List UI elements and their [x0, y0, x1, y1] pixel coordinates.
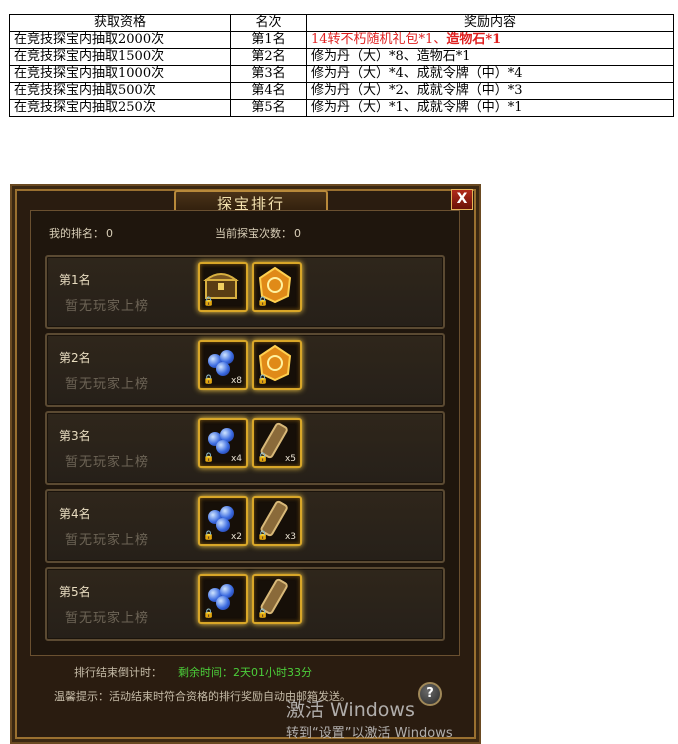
rank-label: 第3名	[59, 429, 91, 443]
header-condition: 获取资格	[9, 14, 231, 32]
my-rank: 我的排名： 0	[49, 225, 113, 241]
table-row: 在竞技探宝内抽取1000次 第3名 修为丹（大）*4、成就令牌（中）*4	[9, 65, 674, 83]
rank-row-1: 第1名 暂无玩家上榜 🔒 🔒	[45, 255, 445, 329]
cell-rank: 第5名	[230, 99, 307, 117]
lock-icon: 🔒	[203, 453, 215, 463]
cell-condition: 在竞技探宝内抽取250次	[9, 99, 231, 117]
my-rank-value: 0	[106, 227, 113, 240]
draw-count-value: 0	[294, 227, 301, 240]
empty-rank-text: 暂无玩家上榜	[65, 299, 150, 314]
item-count: x4	[230, 454, 242, 464]
rank-row-4: 第4名 暂无玩家上榜 🔒 x2 🔒 x3	[45, 489, 445, 563]
cell-rank: 第1名	[230, 31, 307, 49]
reward-text: 14转不朽随机礼包*1、	[311, 32, 447, 48]
item-count: x5	[284, 454, 296, 464]
reward-slot[interactable]: 🔒 x2	[198, 496, 248, 546]
rank-label: 第4名	[59, 507, 91, 521]
cell-reward: 修为丹（大）*4、成就令牌（中）*4	[306, 65, 674, 83]
activation-watermark-sub: 转到“设置”以激活 Windows	[286, 726, 453, 741]
rank-row-3: 第3名 暂无玩家上榜 🔒 x4 🔒 x5	[45, 411, 445, 485]
reward-slot[interactable]: 🔒 x5	[252, 418, 302, 468]
item-count: x8	[230, 376, 242, 386]
rank-row-2: 第2名 暂无玩家上榜 🔒 x8 🔒	[45, 333, 445, 407]
empty-rank-text: 暂无玩家上榜	[65, 377, 150, 392]
lock-icon: 🔒	[203, 375, 215, 385]
lock-icon: 🔒	[203, 297, 215, 307]
close-button[interactable]: X	[451, 189, 473, 210]
countdown: 排行结束倒计时： 剩余时间：2天01小时33分	[74, 664, 312, 680]
rank-row-5: 第5名 暂无玩家上榜 🔒 🔒	[45, 567, 445, 641]
cell-reward: 14转不朽随机礼包*1、造物石*1	[306, 31, 674, 49]
lock-icon: 🔒	[203, 531, 215, 541]
countdown-value: 剩余时间：2天01小时33分	[178, 666, 312, 679]
table-row: 在竞技探宝内抽取1500次 第2名 修为丹（大）*8、造物石*1	[9, 48, 674, 66]
empty-rank-text: 暂无玩家上榜	[65, 455, 150, 470]
rank-label: 第1名	[59, 273, 91, 287]
ranking-panel: 我的排名： 0 当前探宝次数： 0 第1名 暂无玩家上榜 🔒 🔒 第2名 暂无玩…	[30, 210, 460, 656]
table-row: 在竞技探宝内抽取250次 第5名 修为丹（大）*1、成就令牌（中）*1	[9, 99, 674, 117]
item-count: x3	[284, 532, 296, 542]
cell-condition: 在竞技探宝内抽取1500次	[9, 48, 231, 66]
cell-condition: 在竞技探宝内抽取500次	[9, 82, 231, 100]
reward-slot[interactable]: 🔒	[252, 574, 302, 624]
lock-icon: 🔒	[203, 609, 215, 619]
reward-slot[interactable]: 🔒	[198, 262, 248, 312]
lock-icon: 🔒	[257, 609, 269, 619]
empty-rank-text: 暂无玩家上榜	[65, 611, 150, 626]
countdown-label: 排行结束倒计时：	[74, 666, 162, 679]
cell-reward: 修为丹（大）*1、成就令牌（中）*1	[306, 99, 674, 117]
cell-condition: 在竞技探宝内抽取1000次	[9, 65, 231, 83]
my-rank-label: 我的排名：	[49, 227, 104, 240]
item-count: x2	[230, 532, 242, 542]
cell-reward: 修为丹（大）*2、成就令牌（中）*3	[306, 82, 674, 100]
reward-slot[interactable]: 🔒 x4	[198, 418, 248, 468]
cell-rank: 第2名	[230, 48, 307, 66]
lock-icon: 🔒	[257, 531, 269, 541]
ranking-window: 探宝排行 X 我的排名： 0 当前探宝次数： 0 第1名 暂无玩家上榜 🔒 🔒 …	[10, 184, 481, 744]
lock-icon: 🔒	[257, 453, 269, 463]
table-row: 在竞技探宝内抽取2000次 第1名 14转不朽随机礼包*1、造物石*1	[9, 31, 674, 49]
cell-condition: 在竞技探宝内抽取2000次	[9, 31, 231, 49]
reward-bold-text: 造物石*1	[446, 32, 502, 48]
reward-slot[interactable]: 🔒	[252, 340, 302, 390]
reward-slot[interactable]: 🔒 x3	[252, 496, 302, 546]
cell-rank: 第4名	[230, 82, 307, 100]
draw-count-label: 当前探宝次数：	[215, 227, 292, 240]
empty-rank-text: 暂无玩家上榜	[65, 533, 150, 548]
lock-icon: 🔒	[257, 375, 269, 385]
reward-slot[interactable]: 🔒 x8	[198, 340, 248, 390]
reward-slot[interactable]: 🔒	[198, 574, 248, 624]
reward-table: 获取资格 名次 奖励内容 在竞技探宝内抽取2000次 第1名 14转不朽随机礼包…	[9, 14, 674, 117]
help-button[interactable]: ?	[418, 682, 442, 706]
activation-watermark: 激活 Windows	[286, 699, 415, 721]
cell-rank: 第3名	[230, 65, 307, 83]
table-header-row: 获取资格 名次 奖励内容	[9, 14, 674, 32]
header-rank: 名次	[230, 14, 307, 32]
header-reward: 奖励内容	[306, 14, 674, 32]
draw-count: 当前探宝次数： 0	[215, 225, 301, 241]
lock-icon: 🔒	[257, 297, 269, 307]
rank-label: 第2名	[59, 351, 91, 365]
cell-reward: 修为丹（大）*8、造物石*1	[306, 48, 674, 66]
table-row: 在竞技探宝内抽取500次 第4名 修为丹（大）*2、成就令牌（中）*3	[9, 82, 674, 100]
reward-slot[interactable]: 🔒	[252, 262, 302, 312]
rank-label: 第5名	[59, 585, 91, 599]
